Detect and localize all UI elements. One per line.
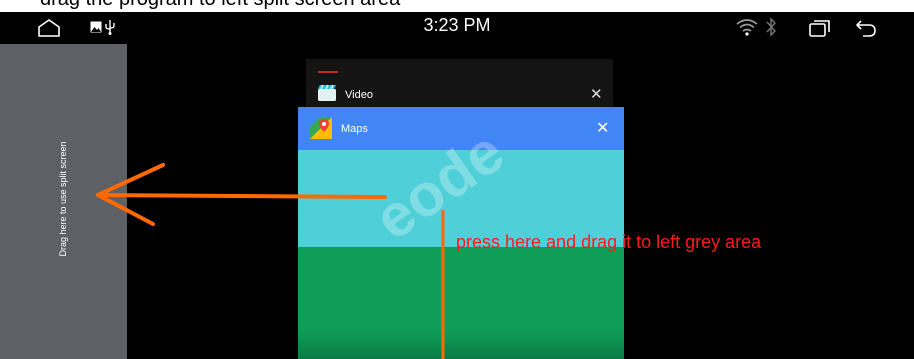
status-bar: 3:23 PM bbox=[0, 12, 914, 44]
split-screen-drop-area[interactable]: Drag here to use split screen bbox=[0, 44, 127, 359]
maps-card-close-button[interactable]: ✕ bbox=[596, 118, 609, 138]
bluetooth-icon bbox=[766, 17, 776, 37]
gallery-icon bbox=[90, 21, 102, 33]
video-card-title: Video bbox=[345, 89, 373, 101]
video-card-close-button[interactable]: ✕ bbox=[590, 85, 603, 103]
video-accent-bar bbox=[318, 71, 338, 73]
recents-icon[interactable] bbox=[809, 19, 831, 37]
back-icon[interactable] bbox=[855, 18, 877, 38]
video-clapper-icon bbox=[318, 84, 336, 101]
caption-text: drag the program to left split screen ar… bbox=[40, 0, 400, 11]
status-clock: 3:23 PM bbox=[423, 15, 491, 35]
maps-preview-ground bbox=[298, 247, 624, 359]
maps-card-header[interactable]: Maps ✕ bbox=[298, 107, 624, 150]
drag-instruction-text: press here and drag it to left grey area bbox=[456, 232, 762, 252]
android-screen: 3:23 PM Drag here to use split screen Vi… bbox=[0, 12, 914, 359]
maps-icon bbox=[310, 117, 332, 139]
maps-card-title: Maps bbox=[341, 123, 368, 135]
split-screen-label: Drag here to use split screen bbox=[58, 141, 68, 257]
recent-card-video[interactable]: Video ✕ bbox=[306, 59, 613, 109]
top-caption: drag the program to left split screen ar… bbox=[0, 0, 914, 12]
usb-icon bbox=[105, 20, 115, 35]
home-icon[interactable] bbox=[37, 18, 61, 38]
wifi-icon bbox=[736, 19, 758, 36]
